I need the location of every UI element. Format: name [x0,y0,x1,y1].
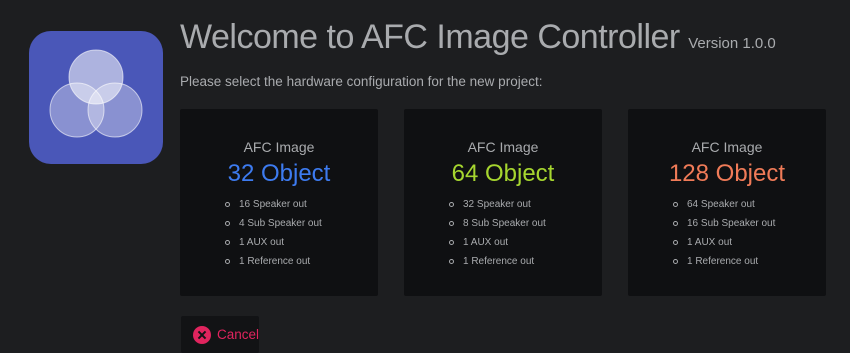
feature-item: 1 Reference out [225,252,322,271]
feature-label: 1 Reference out [687,256,759,267]
feature-item: 4 Sub Speaker out [225,214,322,233]
title-row: Welcome to AFC Image Controller Version … [180,18,776,57]
bullet-icon [449,240,454,245]
page-subtitle: Please select the hardware configuration… [180,74,543,89]
feature-item: 1 Reference out [449,252,546,271]
config-card-128-object[interactable]: AFC Image 128 Object 64 Speaker out 16 S… [628,109,826,296]
bullet-icon [225,240,230,245]
card-product-label: AFC Image [243,139,315,155]
bullet-icon [449,259,454,264]
bullet-icon [225,221,230,226]
feature-label: 1 Reference out [463,256,535,267]
feature-item: 64 Speaker out [673,195,775,214]
feature-label: 1 Reference out [239,256,311,267]
version-label: Version 1.0.0 [688,35,776,52]
card-object-count: 32 Object [227,160,331,187]
feature-item: 32 Speaker out [449,195,546,214]
feature-label: 64 Speaker out [687,199,755,210]
feature-item: 16 Speaker out [225,195,322,214]
page-title: Welcome to AFC Image Controller [180,18,680,56]
feature-label: 1 AUX out [687,237,733,248]
bullet-icon [449,202,454,207]
feature-item: 1 AUX out [673,233,775,252]
feature-label: 32 Speaker out [463,199,531,210]
config-card-32-object[interactable]: AFC Image 32 Object 16 Speaker out 4 Sub… [180,109,378,296]
welcome-screen: Welcome to AFC Image Controller Version … [0,0,850,353]
bullet-icon [673,221,678,226]
feature-item: 1 AUX out [449,233,546,252]
bullet-icon [673,202,678,207]
cancel-label: Cancel [217,327,260,342]
bullet-icon [449,221,454,226]
feature-item: 16 Sub Speaker out [673,214,775,233]
feature-item: 1 AUX out [225,233,322,252]
card-product-label: AFC Image [467,139,539,155]
bullet-icon [225,202,230,207]
overlapping-circles-logo-icon [49,49,143,138]
feature-label: 16 Sub Speaker out [687,218,776,229]
cancel-button[interactable]: Cancel [181,316,259,353]
feature-label: 4 Sub Speaker out [239,218,322,229]
feature-label: 1 AUX out [239,237,285,248]
feature-label: 16 Speaker out [239,199,307,210]
bullet-icon [673,259,678,264]
feature-item: 8 Sub Speaker out [449,214,546,233]
bullet-icon [673,240,678,245]
feature-label: 8 Sub Speaker out [463,218,546,229]
feature-item: 1 Reference out [673,252,775,271]
card-feature-list: 64 Speaker out 16 Sub Speaker out 1 AUX … [673,195,775,271]
card-object-count: 64 Object [451,160,555,187]
config-card-64-object[interactable]: AFC Image 64 Object 32 Speaker out 8 Sub… [404,109,602,296]
close-circle-icon [193,325,211,344]
app-logo [29,31,163,164]
card-product-label: AFC Image [691,139,763,155]
card-object-count: 128 Object [668,160,786,187]
bullet-icon [225,259,230,264]
card-feature-list: 32 Speaker out 8 Sub Speaker out 1 AUX o… [449,195,546,271]
card-feature-list: 16 Speaker out 4 Sub Speaker out 1 AUX o… [225,195,322,271]
feature-label: 1 AUX out [463,237,509,248]
